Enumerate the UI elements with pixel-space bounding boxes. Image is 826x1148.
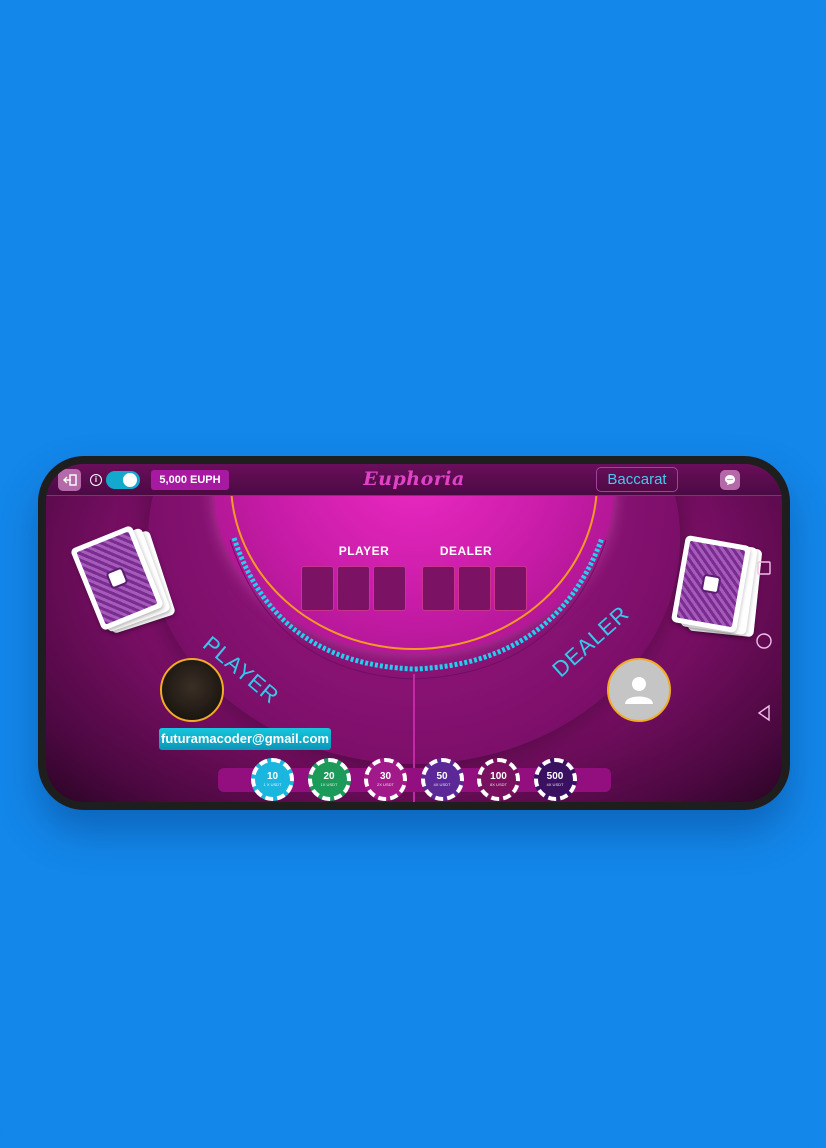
chip-value: 30 [379,771,392,782]
chat-button[interactable] [720,470,740,490]
top-bar: i 5,000 EUPH Euphoria Baccarat [46,464,782,496]
chip-value: 50 [436,771,448,782]
dealer-card-slot-2 [458,566,491,611]
player-card-slot-1 [301,566,334,611]
android-back-icon[interactable] [756,704,772,722]
android-recents-icon[interactable] [756,560,772,576]
chip-sub-label: 8X USDT [490,782,507,787]
dealer-hand-label: DEALER [439,544,493,558]
dealer-avatar [607,658,671,722]
user-icon [625,677,653,704]
chip-500[interactable]: 500 4X USDT [533,758,577,801]
chip-100[interactable]: 100 8X USDT [477,758,520,801]
chip-30[interactable]: 30 2X USDT [364,758,407,801]
chip-value: 20 [323,771,335,782]
android-home-icon[interactable] [755,632,773,650]
chip-sub-label: 2X USDT [377,782,394,787]
chip-value: 500 [546,771,564,782]
chip-50[interactable]: 50 4X USDT [420,758,464,801]
chat-icon [725,475,735,485]
phone-frame: PLAYER DEALER PLAYER DEALER futuramacode… [38,456,790,810]
chip-sub-label: 1X USDT [320,782,338,787]
background: PLAYER DEALER PLAYER DEALER futuramacode… [0,0,826,1148]
dealer-card-slot-1 [422,566,455,611]
player-card-slot-2 [337,566,370,611]
player-card-slot-3 [373,566,406,611]
chip-20[interactable]: 20 1X USDT [307,758,351,801]
chip-sub-label: 1 X USDT [263,782,282,787]
game-screen: PLAYER DEALER PLAYER DEALER futuramacode… [46,464,782,802]
chip-10[interactable]: 10 1 X USDT [251,758,294,801]
player-email: futuramacoder@gmail.com [159,728,331,750]
player-hand-label: PLAYER [338,544,390,558]
chip-sub-label: 4X USDT [433,782,451,787]
game-name-button[interactable]: Baccarat [596,467,678,492]
chip-value: 100 [490,771,507,782]
dealer-card-slot-3 [494,566,527,611]
chip-value: 10 [266,771,279,782]
chip-sub-label: 4X USDT [546,782,564,787]
player-avatar[interactable] [160,658,224,722]
